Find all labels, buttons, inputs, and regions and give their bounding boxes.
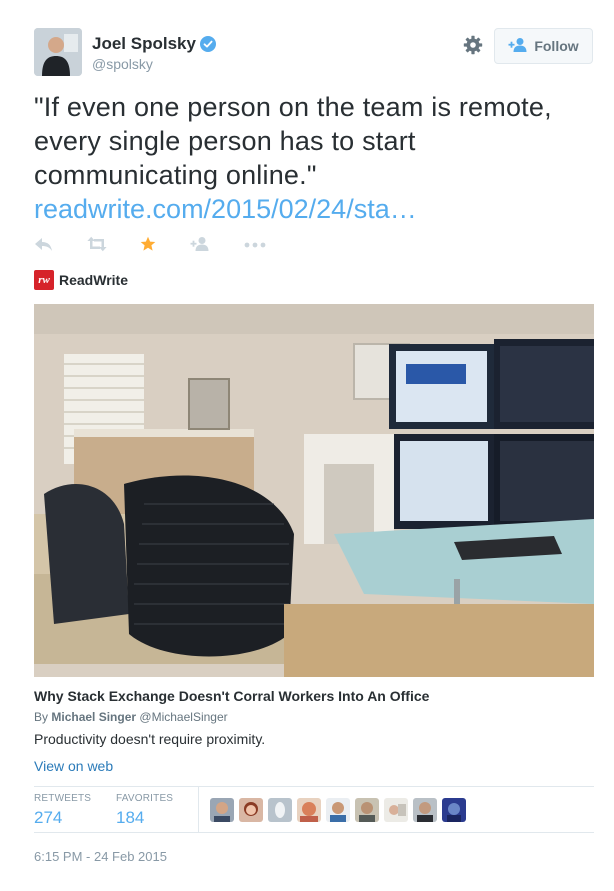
view-on-web-link[interactable]: View on web — [34, 758, 113, 774]
favorites-label: FAVORITES — [116, 793, 174, 804]
follow-button[interactable]: Follow — [494, 28, 593, 64]
favorite-star-icon[interactable] — [140, 236, 156, 257]
card-source[interactable]: rw ReadWrite — [34, 270, 128, 290]
follow-icon[interactable] — [190, 236, 210, 257]
retweets-stat[interactable]: RETWEETS 274 — [34, 793, 91, 828]
card-image[interactable] — [34, 304, 594, 677]
favorites-count: 184 — [116, 808, 145, 827]
favorites-stat[interactable]: FAVORITES 184 — [116, 793, 173, 828]
follow-person-icon — [508, 37, 528, 56]
byline-prefix: By — [34, 710, 49, 724]
verified-badge-icon — [199, 36, 216, 52]
stats-divider — [198, 787, 199, 832]
favoriter-avatar[interactable] — [413, 798, 437, 822]
user-fullname[interactable]: Joel Spolsky — [92, 34, 196, 54]
favoriter-avatar[interactable] — [384, 798, 408, 822]
tweet-link[interactable]: readwrite.com/2015/02/24/sta… — [34, 192, 417, 226]
card-title[interactable]: Why Stack Exchange Doesn't Corral Worker… — [34, 688, 429, 704]
favoriter-avatars — [210, 798, 466, 822]
name-block: Joel Spolsky @spolsky — [92, 34, 216, 72]
retweets-label: RETWEETS — [34, 793, 92, 804]
card-byline: By Michael Singer @MichaelSinger — [34, 710, 228, 724]
avatar[interactable] — [34, 28, 82, 76]
author-handle[interactable]: @MichaelSinger — [139, 710, 227, 724]
more-icon[interactable] — [244, 236, 266, 257]
favoriter-avatar[interactable] — [442, 798, 466, 822]
favoriter-avatar[interactable] — [210, 798, 234, 822]
retweet-icon[interactable] — [86, 236, 108, 257]
favoriter-avatar[interactable] — [355, 798, 379, 822]
favoriter-avatar[interactable] — [239, 798, 263, 822]
readwrite-logo: rw — [34, 270, 54, 290]
tweet-header: Joel Spolsky @spolsky Follow — [34, 28, 594, 78]
tweet-timestamp[interactable]: 6:15 PM - 24 Feb 2015 — [34, 849, 167, 864]
follow-label: Follow — [534, 38, 579, 54]
author-name[interactable]: Michael Singer — [51, 710, 136, 724]
card-source-name: ReadWrite — [59, 272, 128, 288]
retweets-count: 274 — [34, 808, 63, 827]
tweet-text: "If even one person on the team is remot… — [34, 92, 552, 190]
favoriter-avatar[interactable] — [297, 798, 321, 822]
favoriter-avatar[interactable] — [268, 798, 292, 822]
user-handle[interactable]: @spolsky — [92, 56, 216, 72]
favoriter-avatar[interactable] — [326, 798, 350, 822]
gear-icon[interactable] — [463, 35, 483, 55]
reply-icon[interactable] — [34, 236, 54, 257]
tweet-stats: RETWEETS 274 FAVORITES 184 — [34, 786, 594, 833]
card-description: Productivity doesn't require proximity. — [34, 731, 266, 747]
